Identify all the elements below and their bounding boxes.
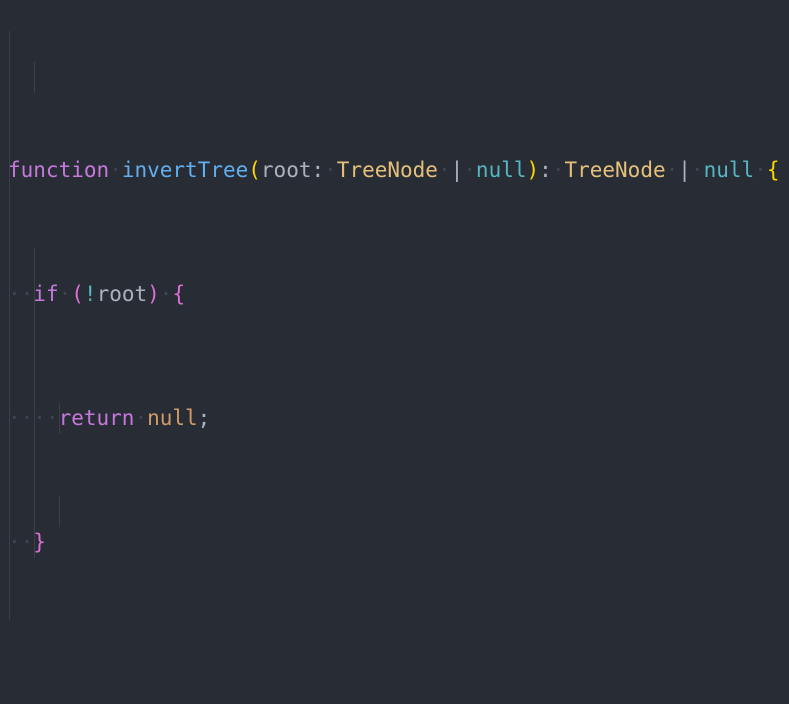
token-identifier: root <box>96 282 148 306</box>
whitespace: · <box>690 158 704 182</box>
whitespace: ·· <box>8 282 34 306</box>
indent-guides <box>0 0 789 704</box>
whitespace: · <box>551 158 565 182</box>
code-line[interactable]: ··} <box>0 527 789 558</box>
token-bracket: ( <box>71 282 84 306</box>
indent-guide <box>59 496 60 527</box>
whitespace: · <box>437 158 451 182</box>
token-bracket: } <box>33 530 46 554</box>
token-punct: ; <box>197 406 211 430</box>
code-line[interactable] <box>0 651 789 682</box>
token-bracket: ( <box>248 158 261 182</box>
token-bracket: { <box>172 282 186 306</box>
whitespace: ···· <box>8 406 59 430</box>
whitespace: · <box>159 282 173 306</box>
whitespace: ·· <box>8 530 34 554</box>
token-literal-null: null <box>147 406 198 430</box>
whitespace: · <box>463 158 476 182</box>
token-keyword: function <box>8 158 110 182</box>
token-type-null: null <box>703 158 755 182</box>
token-punct: : <box>311 158 325 182</box>
token-bracket: ) <box>526 158 540 182</box>
token-type: TreeNode <box>336 158 438 182</box>
token-bracket: { <box>766 158 780 182</box>
code-line[interactable]: ··if·(!root)·{ <box>0 279 789 310</box>
token-parameter: root <box>260 158 312 182</box>
indent-guide <box>34 62 35 93</box>
token-operator: ! <box>83 282 97 306</box>
whitespace: · <box>134 406 148 430</box>
code-line[interactable]: ····return·null; <box>0 403 789 434</box>
token-punct: | <box>678 158 691 182</box>
token-type-null: null <box>475 158 527 182</box>
token-punct: : <box>539 158 552 182</box>
whitespace: · <box>665 158 679 182</box>
whitespace: · <box>109 158 122 182</box>
whitespace: · <box>754 158 767 182</box>
token-type: TreeNode <box>564 158 666 182</box>
code-editor[interactable]: function·invertTree(root:·TreeNode·|·nul… <box>0 0 789 704</box>
token-keyword: return <box>58 406 135 430</box>
token-function-name: invertTree <box>121 158 249 182</box>
code-line[interactable]: function·invertTree(root:·TreeNode·|·nul… <box>0 155 789 186</box>
token-keyword: if <box>33 282 59 306</box>
whitespace: · <box>58 282 72 306</box>
indent-guide <box>9 31 10 217</box>
token-bracket: ) <box>147 282 160 306</box>
whitespace: · <box>324 158 337 182</box>
token-punct: | <box>450 158 464 182</box>
